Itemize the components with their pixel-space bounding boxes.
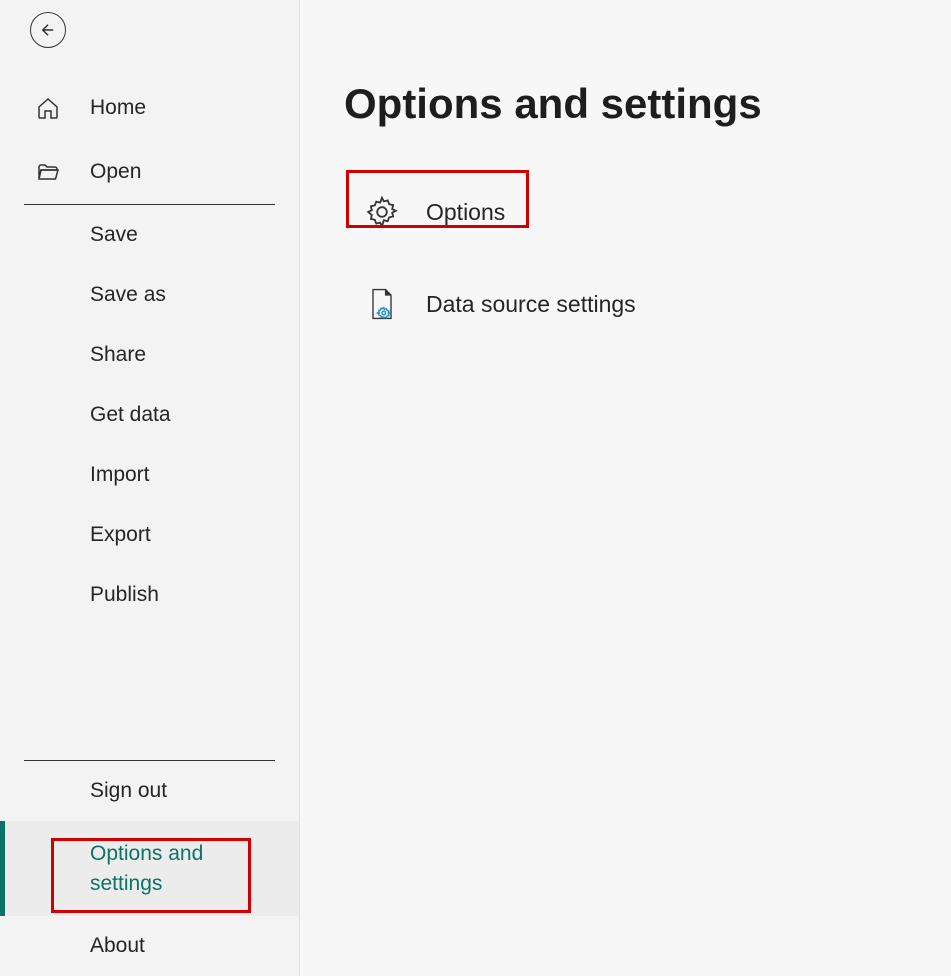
option-label: Options xyxy=(426,199,505,226)
sidebar-item-label: Get data xyxy=(90,403,171,427)
sidebar-item-import[interactable]: Import xyxy=(0,445,299,505)
home-icon xyxy=(34,94,62,122)
sidebar-item-label: Save xyxy=(90,223,138,247)
document-gear-icon xyxy=(362,284,402,324)
sidebar-item-label: Share xyxy=(90,343,146,367)
sidebar: Home Open Save Save as Share xyxy=(0,0,300,976)
sidebar-item-share[interactable]: Share xyxy=(0,325,299,385)
sidebar-item-save[interactable]: Save xyxy=(0,205,299,265)
sidebar-item-publish[interactable]: Publish xyxy=(0,565,299,625)
sidebar-item-sign-out[interactable]: Sign out xyxy=(0,761,299,821)
sidebar-item-label: Publish xyxy=(90,583,159,607)
option-options[interactable]: Options xyxy=(344,176,951,248)
sidebar-item-save-as[interactable]: Save as xyxy=(0,265,299,325)
sidebar-item-label: Open xyxy=(90,160,141,184)
sidebar-item-export[interactable]: Export xyxy=(0,505,299,565)
sidebar-item-open[interactable]: Open xyxy=(0,140,299,204)
option-label: Data source settings xyxy=(426,291,636,318)
option-data-source-settings[interactable]: Data source settings xyxy=(344,268,951,340)
sidebar-item-about[interactable]: About xyxy=(0,916,299,976)
main-content: Options and settings Options xyxy=(300,0,951,976)
sidebar-item-label: Export xyxy=(90,523,151,547)
arrow-left-icon xyxy=(39,21,57,39)
sidebar-item-home[interactable]: Home xyxy=(0,76,299,140)
sidebar-item-get-data[interactable]: Get data xyxy=(0,385,299,445)
sidebar-item-label: Home xyxy=(90,96,146,120)
sidebar-item-label: Options and settings xyxy=(90,839,220,898)
gear-icon xyxy=(362,192,402,232)
sidebar-item-label: About xyxy=(90,934,145,958)
folder-icon xyxy=(34,158,62,186)
sidebar-item-label: Save as xyxy=(90,283,166,307)
sidebar-item-label: Import xyxy=(90,463,150,487)
back-button[interactable] xyxy=(30,12,66,48)
sidebar-item-options-and-settings[interactable]: Options and settings xyxy=(0,821,299,916)
page-title: Options and settings xyxy=(344,80,951,128)
sidebar-item-label: Sign out xyxy=(90,779,167,803)
